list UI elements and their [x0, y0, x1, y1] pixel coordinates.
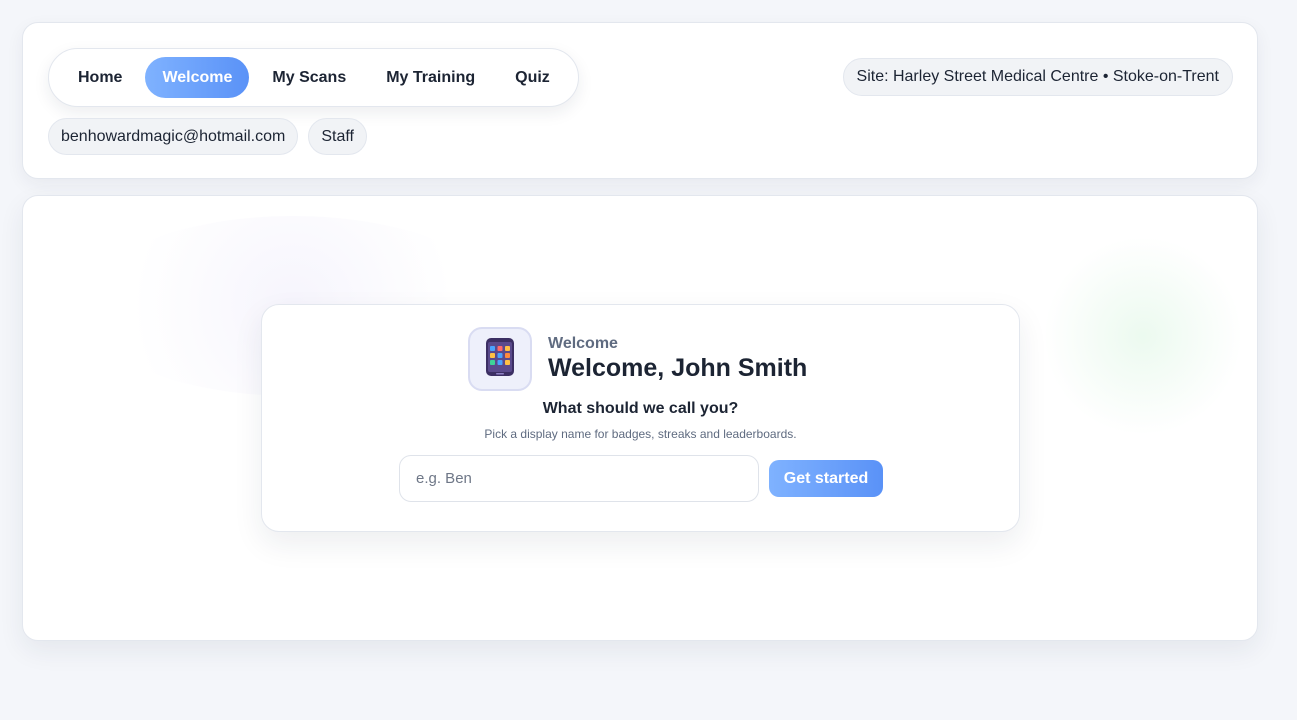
nav-item-my-scans[interactable]: My Scans: [255, 57, 363, 98]
nav-item-quiz[interactable]: Quiz: [498, 57, 567, 98]
site-badge: Site: Harley Street Medical Centre • Sto…: [842, 58, 1233, 96]
nav-item-welcome[interactable]: Welcome: [145, 57, 250, 98]
user-role-chip: Staff: [308, 118, 367, 155]
welcome-eyebrow: Welcome: [548, 335, 618, 352]
tablet-app-grid-icon: [485, 337, 515, 382]
get-started-button[interactable]: Get started: [769, 460, 883, 497]
top-header: Home Welcome My Scans My Training Quiz S…: [22, 22, 1258, 179]
welcome-card: Welcome Welcome, John Smith What should …: [261, 304, 1020, 532]
user-info: benhowardmagic@hotmail.com Staff: [48, 118, 367, 155]
main-panel: Welcome Welcome, John Smith What should …: [22, 195, 1258, 641]
display-name-input[interactable]: [399, 455, 759, 502]
display-name-hint: Pick a display name for badges, streaks …: [484, 427, 797, 441]
user-email-chip: benhowardmagic@hotmail.com: [48, 118, 299, 155]
background-glow: [1043, 236, 1243, 436]
app-logo: [468, 327, 532, 391]
display-name-question: What should we call you?: [542, 400, 739, 417]
nav-item-my-training[interactable]: My Training: [369, 57, 492, 98]
welcome-title: Welcome, John Smith: [548, 354, 808, 382]
main-nav: Home Welcome My Scans My Training Quiz: [48, 48, 579, 107]
nav-item-home[interactable]: Home: [61, 57, 139, 98]
app-page: Home Welcome My Scans My Training Quiz S…: [0, 0, 1297, 720]
